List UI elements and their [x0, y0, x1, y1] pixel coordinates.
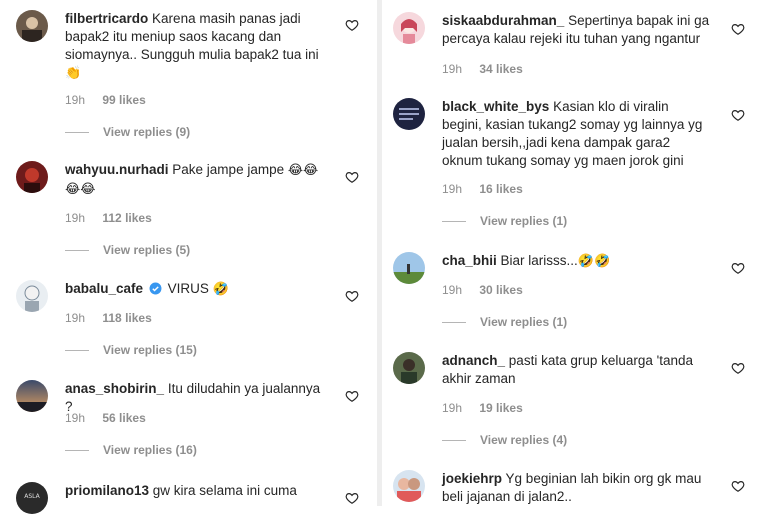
heart-outline-icon[interactable]	[731, 479, 745, 493]
comment-text: Pake jampe jampe	[172, 162, 285, 177]
replies-line	[65, 349, 89, 351]
avatar[interactable]: ASLA	[16, 482, 48, 514]
avatar[interactable]	[393, 252, 425, 284]
svg-text:ASLA: ASLA	[24, 493, 40, 500]
comment-time: 19h	[65, 93, 86, 107]
view-replies-button[interactable]: View replies (16)	[65, 443, 197, 457]
comment-text-block: black_white_bys Kasian klo di viralin be…	[442, 98, 712, 170]
view-replies-button[interactable]: View replies (5)	[65, 243, 190, 257]
view-replies-button[interactable]: View replies (9)	[65, 125, 190, 139]
heart-outline-icon[interactable]	[345, 18, 359, 32]
replies-line	[442, 220, 466, 222]
comment-emoji: 🤣	[212, 282, 229, 297]
comment-meta: 19h 34 likes	[442, 62, 523, 76]
comment-likes[interactable]: 19 likes	[479, 401, 522, 415]
comment-username[interactable]: anas_shobirin_	[65, 381, 164, 396]
comment-text-block: joekiehrp Yg beginian lah bikin org gk m…	[442, 470, 712, 506]
comment-time: 19h	[65, 311, 86, 325]
view-replies-button[interactable]: View replies (1)	[442, 315, 567, 329]
avatar[interactable]	[16, 161, 48, 193]
avatar[interactable]	[393, 98, 425, 130]
view-replies-button[interactable]: View replies (15)	[65, 343, 197, 357]
replies-line	[442, 439, 466, 441]
view-replies-button[interactable]: View replies (4)	[442, 433, 567, 447]
comment-text-block: priomilano13 gw kira selama ini cuma	[65, 482, 330, 500]
view-replies-label: View replies (1)	[480, 214, 568, 228]
comment-text: Biar larisss...	[500, 253, 578, 268]
comment-text: gw kira selama ini cuma	[152, 483, 297, 498]
comment-time: 19h	[442, 401, 463, 415]
comment-text-block: babalu_cafe VIRUS 🤣	[65, 280, 330, 299]
comment-emoji: 🤣🤣	[577, 254, 611, 269]
heart-outline-icon[interactable]	[731, 361, 745, 375]
heart-outline-icon[interactable]	[731, 22, 745, 36]
comment-username[interactable]: filbertricardo	[65, 11, 148, 26]
comment-text-block: wahyuu.nurhadi Pake jampe jampe 😂😂😂😂	[65, 161, 330, 199]
comment-likes[interactable]: 118 likes	[102, 311, 151, 325]
view-replies-label: View replies (5)	[103, 243, 191, 257]
comment-text-block: adnanch_ pasti kata grup keluarga 'tanda…	[442, 352, 712, 388]
heart-outline-icon[interactable]	[345, 491, 359, 505]
comment-meta: 19h 16 likes	[442, 182, 523, 196]
column-divider	[377, 0, 382, 506]
comment-likes[interactable]: 34 likes	[479, 62, 522, 76]
comment-likes[interactable]: 56 likes	[102, 411, 145, 425]
verified-badge-icon	[149, 282, 162, 295]
comment-meta: 19h 19 likes	[442, 401, 523, 415]
heart-outline-icon[interactable]	[731, 108, 745, 122]
comment-text-block: siskaabdurahman_ Sepertinya bapak ini ga…	[442, 12, 712, 48]
comment-likes[interactable]: 99 likes	[102, 93, 145, 107]
comment-time: 19h	[442, 283, 463, 297]
avatar[interactable]	[393, 352, 425, 384]
comment-text-block: filbertricardo Karena masih panas jadi b…	[65, 10, 330, 83]
comment-username[interactable]: joekiehrp	[442, 471, 502, 486]
heart-outline-icon[interactable]	[345, 170, 359, 184]
comment-emoji: 👏	[65, 66, 82, 81]
comment-likes[interactable]: 112 likes	[102, 211, 151, 225]
replies-line	[65, 449, 89, 451]
heart-outline-icon[interactable]	[345, 389, 359, 403]
view-replies-label: View replies (9)	[103, 125, 191, 139]
replies-line	[65, 131, 89, 133]
comment-username[interactable]: siskaabdurahman_	[442, 13, 564, 28]
comment-likes[interactable]: 30 likes	[479, 283, 522, 297]
replies-line	[442, 321, 466, 323]
comment-text-block: cha_bhii Biar larisss...🤣🤣	[442, 252, 712, 271]
comment-username[interactable]: babalu_cafe	[65, 281, 143, 296]
comment-time: 19h	[65, 411, 86, 425]
comment-username[interactable]: cha_bhii	[442, 253, 497, 268]
comment-username[interactable]: wahyuu.nurhadi	[65, 162, 169, 177]
avatar[interactable]	[16, 380, 48, 412]
comment-meta: 19h 99 likes	[65, 93, 146, 107]
comment-username[interactable]: priomilano13	[65, 483, 149, 498]
comment-likes[interactable]: 16 likes	[479, 182, 522, 196]
comment-time: 19h	[442, 182, 463, 196]
avatar[interactable]	[16, 280, 48, 312]
comment-text: VIRUS	[167, 281, 209, 296]
comment-meta: 19h 56 likes	[65, 411, 146, 425]
avatar[interactable]	[16, 10, 48, 42]
comment-time: 19h	[442, 62, 463, 76]
view-replies-button[interactable]: View replies (1)	[442, 214, 567, 228]
avatar[interactable]	[393, 12, 425, 44]
replies-line	[65, 249, 89, 251]
view-replies-label: View replies (4)	[480, 433, 568, 447]
heart-outline-icon[interactable]	[731, 261, 745, 275]
comment-meta: 19h 112 likes	[65, 211, 152, 225]
comment-meta: 19h 118 likes	[65, 311, 152, 325]
comment-username[interactable]: black_white_bys	[442, 99, 549, 114]
view-replies-label: View replies (1)	[480, 315, 568, 329]
view-replies-label: View replies (16)	[103, 443, 197, 457]
heart-outline-icon[interactable]	[345, 289, 359, 303]
comment-username[interactable]: adnanch_	[442, 353, 505, 368]
comment-meta: 19h 30 likes	[442, 283, 523, 297]
comment-time: 19h	[65, 211, 86, 225]
view-replies-label: View replies (15)	[103, 343, 197, 357]
avatar[interactable]	[393, 470, 425, 502]
